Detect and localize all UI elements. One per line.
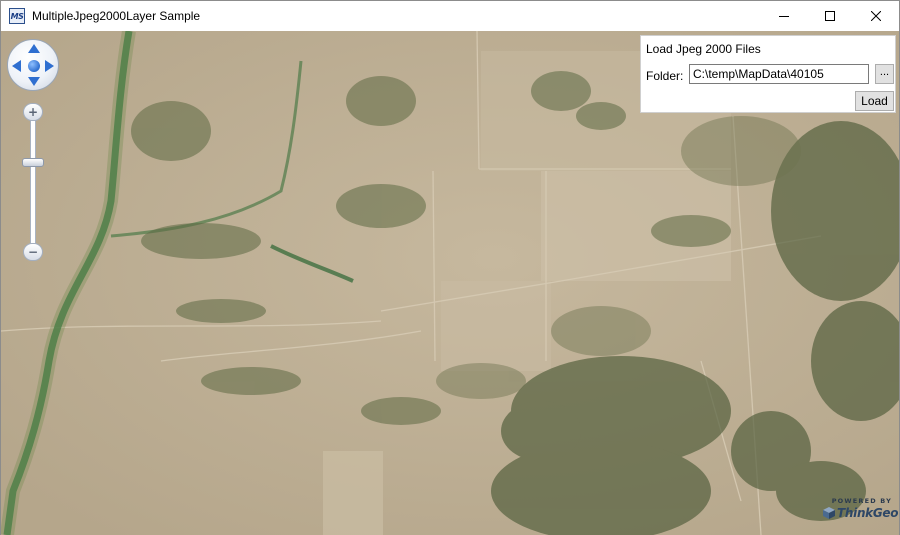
window-title: MultipleJpeg2000Layer Sample [32, 9, 201, 23]
thinkgeo-cube-icon [823, 507, 835, 519]
maximize-icon [825, 11, 835, 21]
thinkgeo-logo: POWERED BY ThinkGeo [821, 497, 899, 529]
minimize-icon [779, 16, 789, 17]
pan-control[interactable] [7, 39, 59, 91]
arrow-up-icon[interactable] [28, 44, 40, 53]
zoom-track[interactable] [30, 115, 36, 249]
zoom-in-button[interactable]: + [23, 103, 43, 121]
zoom-bar: + − [22, 103, 44, 261]
pan-center-icon[interactable] [28, 60, 40, 72]
app-icon: MS [9, 8, 25, 24]
close-icon [871, 11, 881, 21]
arrow-down-icon[interactable] [28, 77, 40, 86]
panel-title: Load Jpeg 2000 Files [646, 42, 761, 56]
folder-label: Folder: [646, 69, 684, 83]
map-view[interactable]: + − Load Jpeg 2000 Files Folder: C:\temp… [1, 31, 899, 535]
zoom-out-button[interactable]: − [23, 243, 43, 261]
load-files-panel: Load Jpeg 2000 Files Folder: C:\temp\Map… [640, 35, 896, 113]
folder-path-input[interactable]: C:\temp\MapData\40105 [689, 64, 869, 84]
browse-button[interactable]: ... [875, 64, 894, 84]
title-bar[interactable]: MS MultipleJpeg2000Layer Sample [1, 1, 899, 31]
brand-text: ThinkGeo [837, 506, 899, 520]
arrow-left-icon[interactable] [12, 60, 21, 72]
window-controls [761, 1, 899, 31]
arrow-right-icon[interactable] [45, 60, 54, 72]
app-window: MS MultipleJpeg2000Layer Sample + − Load… [0, 0, 900, 535]
minimize-button[interactable] [761, 1, 807, 31]
load-button[interactable]: Load [855, 91, 894, 111]
powered-by-text: POWERED BY [831, 497, 892, 505]
close-button[interactable] [853, 1, 899, 31]
maximize-button[interactable] [807, 1, 853, 31]
zoom-slider-thumb[interactable] [22, 157, 44, 167]
